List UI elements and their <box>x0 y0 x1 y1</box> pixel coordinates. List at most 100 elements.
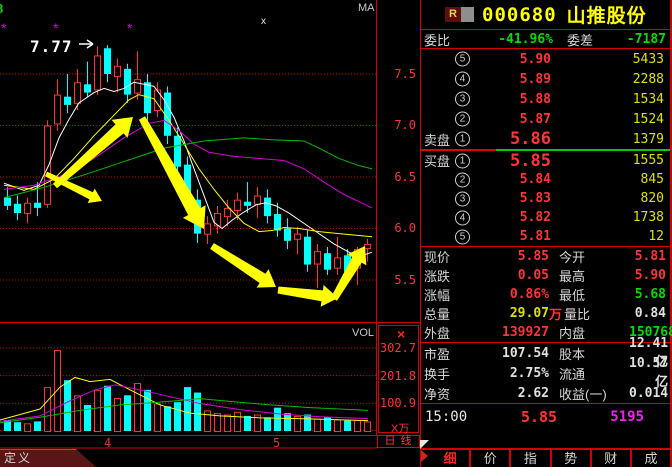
level-badge: 1 <box>455 153 470 168</box>
tab-price[interactable]: 价 <box>469 450 509 467</box>
label-high: 最高 <box>559 266 629 285</box>
bid-price: 5.82 <box>481 210 551 225</box>
volume-bar-up <box>315 419 321 431</box>
ask-row-4[interactable]: 4 5.89 2288 <box>421 69 670 89</box>
candle-up <box>295 234 301 239</box>
level-badge: 3 <box>455 191 470 206</box>
volume-bar-down <box>304 415 311 431</box>
label-low: 最低 <box>559 285 629 304</box>
peak-price-annotation: 7.77 <box>30 37 73 56</box>
volume-bar-down <box>34 421 41 431</box>
margin-badge-gray <box>461 7 474 22</box>
candle-up <box>95 56 101 90</box>
volume-bar-up <box>25 424 31 432</box>
ask-price: 5.90 <box>481 52 551 67</box>
tab-deals[interactable]: 成 <box>630 450 670 467</box>
cursor-mark: x <box>261 16 266 27</box>
candle-up <box>215 214 221 226</box>
period-corner-triangle <box>420 440 429 449</box>
price-tick-6-0: 6.0 <box>376 221 416 235</box>
bid-row-2[interactable]: 2 5.84 845 <box>421 170 670 189</box>
x-axis-label-may: 5 <box>273 436 280 450</box>
tab-finance[interactable]: 财 <box>590 450 630 467</box>
candle-down <box>64 97 71 105</box>
trend-arrow <box>331 246 366 301</box>
weibi-value: -41.96% <box>473 32 553 47</box>
candle-up <box>225 208 231 216</box>
label-navps: 净资 <box>421 384 473 403</box>
volume-bar-up <box>75 396 81 432</box>
candle-down <box>304 237 311 265</box>
value-open: 5.81 <box>629 249 670 264</box>
price-tick-6-5: 6.5 <box>376 170 416 184</box>
weibi-row: 委比 -41.96% 委差 -7187 <box>421 30 670 48</box>
bid-row-4[interactable]: 4 5.82 1738 <box>421 208 670 227</box>
last-tick-row: 15:00 5.85 5195 <box>421 404 670 430</box>
price-tick-7-0: 7.0 <box>376 118 416 132</box>
volume-bar-up <box>155 404 161 431</box>
volume-bar-up <box>225 415 231 431</box>
period-tab-daily[interactable]: 日 线 <box>377 435 420 448</box>
label-eps: 收益(一) <box>559 384 629 403</box>
volume-bar-down <box>164 406 171 431</box>
candle-down <box>14 204 21 213</box>
bid-volume: 1555 <box>574 153 664 168</box>
volume-bar-down <box>344 421 351 431</box>
trend-arrow <box>278 285 339 307</box>
value-volratio: 0.84 <box>634 306 670 321</box>
candle-down <box>244 202 251 206</box>
value-pe: 107.54 <box>473 346 549 361</box>
price-tick-5-5: 5.5 <box>376 273 416 287</box>
volume-bar-down <box>184 387 191 431</box>
label-float: 流通 <box>559 364 629 383</box>
volume-bar-up <box>135 383 141 431</box>
bid-row-1[interactable]: 买盘 1 5.85 1555 <box>421 151 670 170</box>
bid-row-3[interactable]: 3 5.83 820 <box>421 189 670 208</box>
bid-volume: 845 <box>574 172 664 187</box>
weicha-value: -7187 <box>593 32 670 47</box>
tab-index[interactable]: 指 <box>509 450 549 467</box>
value-high: 5.90 <box>629 268 670 283</box>
label-open: 今开 <box>559 247 629 266</box>
buy-side-label: 买盘 <box>424 151 450 170</box>
level-badge: 1 <box>455 132 470 147</box>
price-volume-chart[interactable]: *** 8 7.77 x MA 7.5 7.0 6.5 6.0 5.5 VOL … <box>0 0 420 467</box>
stock-code: 000680 <box>482 4 557 26</box>
ask-row-1[interactable]: 卖盘 1 5.86 1379 <box>421 129 670 149</box>
info-row-pct: 涨幅 0.86% 最低 5.68 <box>421 285 670 304</box>
close-indicator-button[interactable]: × <box>397 328 405 340</box>
volume-pane-label: VOL <box>352 327 374 339</box>
candle-up <box>135 80 141 93</box>
candle-down <box>34 203 41 208</box>
volume-bar-down <box>14 422 21 431</box>
candle-down <box>84 84 91 92</box>
x-axis-label-april: 4 <box>104 436 111 450</box>
label-change: 涨跌 <box>421 266 473 285</box>
bid-row-5[interactable]: 5 5.81 12 <box>421 227 670 246</box>
volume-bar-down <box>124 395 131 431</box>
tab-scroll-marker <box>421 450 428 462</box>
stock-app-window: *** 8 7.77 x MA 7.5 7.0 6.5 6.0 5.5 VOL … <box>0 0 672 467</box>
corner-digit: 8 <box>0 1 3 16</box>
weicha-label: 委差 <box>567 30 593 49</box>
volume-bar-up <box>365 422 371 432</box>
candle-up <box>205 224 211 234</box>
tab-trend[interactable]: 势 <box>550 450 590 467</box>
fund-row-turnover: 换手 2.75% 流通 10.57亿 <box>421 363 670 383</box>
bid-price: 5.81 <box>481 229 551 244</box>
ask-row-5[interactable]: 5 5.90 5433 <box>421 49 670 69</box>
ask-row-2[interactable]: 2 5.87 1524 <box>421 109 670 129</box>
panel-spacer <box>421 430 670 448</box>
value-totalvol: 29.07 <box>473 306 549 321</box>
level-badge: 4 <box>455 72 470 87</box>
ask-row-3[interactable]: 3 5.88 1534 <box>421 89 670 109</box>
level-badge: 2 <box>455 112 470 127</box>
bottom-tab-bar: 细 价 指 势 财 成 <box>421 448 670 467</box>
tab-detail[interactable]: 细 <box>431 450 469 467</box>
value-turnover: 2.75% <box>473 366 549 381</box>
info-row-change: 涨跌 0.05 最高 5.90 <box>421 266 670 285</box>
candle-down <box>264 198 271 217</box>
level-badge: 5 <box>455 52 470 67</box>
level-badge: 4 <box>455 210 470 225</box>
label-pe: 市盈 <box>421 344 473 363</box>
